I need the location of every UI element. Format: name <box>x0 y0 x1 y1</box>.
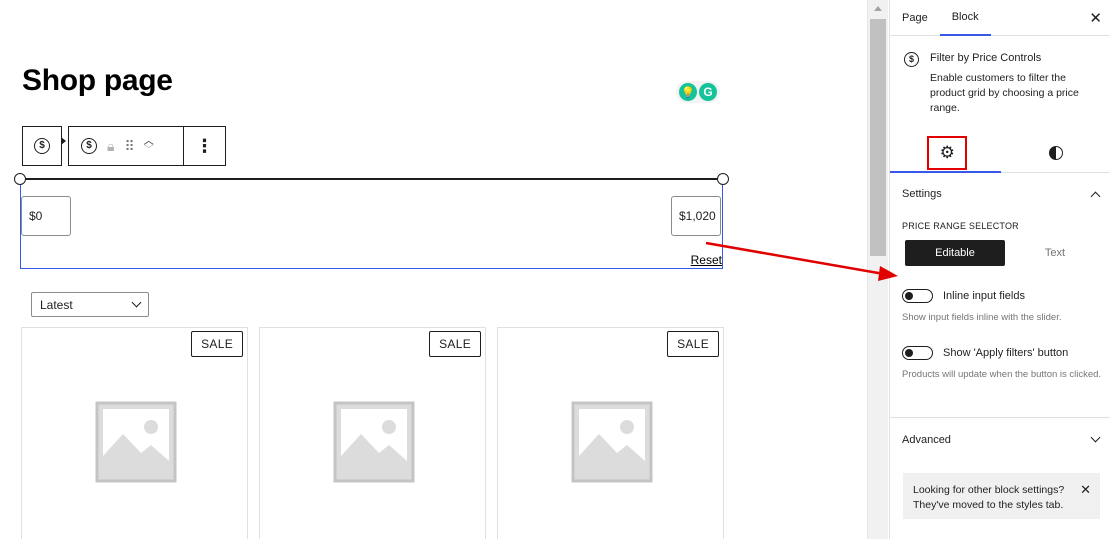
chevron-up-icon <box>1090 191 1101 201</box>
chevron-down-icon <box>131 297 142 308</box>
drag-handle-icon[interactable]: ⠿ <box>124 138 134 155</box>
grammarly-widget[interactable]: 💡 G <box>676 81 720 103</box>
inline-input-fields-toggle[interactable] <box>902 289 933 303</box>
page-title[interactable]: Shop page <box>22 64 173 98</box>
dollar-coin-icon: $ <box>904 52 919 67</box>
min-price-input[interactable]: $0 <box>21 196 71 236</box>
block-inspector-tabs: ⚙ <box>890 133 1110 173</box>
sidebar-tabs: Page Block ✕ <box>890 0 1110 36</box>
max-price-input[interactable]: $1,020 <box>671 196 721 236</box>
image-placeholder-icon <box>333 401 415 483</box>
sale-badge: SALE <box>191 331 243 357</box>
sale-badge: SALE <box>667 331 719 357</box>
image-placeholder-icon <box>95 401 177 483</box>
close-icon[interactable]: ✕ <box>1089 9 1102 27</box>
dollar-coin-icon[interactable]: $ <box>81 138 97 154</box>
scrollbar-thumb[interactable] <box>870 19 886 256</box>
styles-moved-notice: Looking for other block settings? They'v… <box>903 473 1100 519</box>
block-movers: ︿ ﹀ <box>144 137 154 156</box>
options-button[interactable]: ⋮ <box>184 127 225 165</box>
advanced-panel-toggle[interactable]: Advanced <box>890 417 1110 461</box>
price-filter-block[interactable]: $0 $1,020 Reset <box>14 173 729 269</box>
tab-styles[interactable] <box>1001 133 1110 172</box>
gear-icon-highlight[interactable]: ⚙ <box>927 135 968 170</box>
inline-input-fields-label[interactable]: Inline input fields <box>943 290 1025 302</box>
grammarly-icon[interactable]: G <box>699 83 717 101</box>
chevron-down-icon[interactable]: ﹀ <box>144 146 154 156</box>
more-vertical-icon: ⋮ <box>195 136 214 156</box>
apply-filters-toggle[interactable] <box>902 346 933 360</box>
product-card[interactable]: SALE <box>259 327 486 539</box>
block-description: Enable customers to filter the product g… <box>930 72 1079 114</box>
advanced-heading: Advanced <box>902 433 951 446</box>
close-icon[interactable]: ✕ <box>1080 482 1091 497</box>
dollar-coin-icon: $ <box>34 138 50 154</box>
notice-text: Looking for other block settings? They'v… <box>913 484 1065 511</box>
tab-page[interactable]: Page <box>890 0 940 36</box>
scroll-up-arrow-icon[interactable] <box>874 6 882 11</box>
block-title: Filter by Price Controls <box>930 52 1042 64</box>
toolbar-notch <box>61 137 66 145</box>
tab-block[interactable]: Block <box>939 0 991 36</box>
slider-min-handle[interactable] <box>14 173 26 185</box>
block-toolbar: $ 🔒︎ ⠿ ︿ ﹀ ⋮ <box>68 126 226 166</box>
apply-filters-row: Show 'Apply filters' button <box>902 346 1068 360</box>
contrast-icon <box>1048 145 1063 160</box>
sale-badge: SALE <box>429 331 481 357</box>
price-range-selector-label: PRICE RANGE SELECTOR <box>902 221 1019 231</box>
select-parent-button[interactable]: $ <box>22 126 62 166</box>
chevron-down-icon <box>1090 432 1101 443</box>
tab-settings[interactable]: ⚙ <box>890 133 1001 173</box>
product-card[interactable]: SALE <box>21 327 248 539</box>
product-card[interactable]: SALE <box>497 327 724 539</box>
segment-editable[interactable]: Editable <box>905 240 1005 266</box>
sort-select[interactable]: Latest <box>31 292 149 317</box>
reset-link[interactable]: Reset <box>691 253 722 267</box>
inline-input-fields-row: Inline input fields <box>902 289 1025 303</box>
block-toolbar-group: $ 🔒︎ ⠿ ︿ ﹀ <box>69 127 184 165</box>
block-card: $ Filter by Price Controls Enable custom… <box>890 36 1110 116</box>
apply-filters-help: Products will update when the button is … <box>902 369 1102 380</box>
price-range-segmented-control: Editable Text <box>905 240 1105 266</box>
settings-heading: Settings <box>902 188 942 200</box>
slider-max-handle[interactable] <box>717 173 729 185</box>
settings-panel-toggle[interactable]: Settings <box>890 173 1110 215</box>
lock-icon[interactable]: 🔒︎ <box>107 138 114 155</box>
sort-selected-value: Latest <box>40 297 73 312</box>
settings-sidebar: Page Block ✕ $ Filter by Price Controls … <box>889 0 1110 539</box>
image-placeholder-icon <box>571 401 653 483</box>
inline-input-fields-help: Show input fields inline with the slider… <box>902 312 1062 323</box>
editor-canvas: Shop page 💡 G $ $ 🔒︎ ⠿ ︿ ﹀ ⋮ $0 $1,020 R… <box>0 0 867 539</box>
canvas-scrollbar[interactable] <box>867 0 888 539</box>
lightbulb-icon[interactable]: 💡 <box>679 83 697 101</box>
gear-icon: ⚙ <box>939 142 955 162</box>
segment-text[interactable]: Text <box>1005 240 1105 266</box>
apply-filters-label[interactable]: Show 'Apply filters' button <box>943 347 1068 359</box>
